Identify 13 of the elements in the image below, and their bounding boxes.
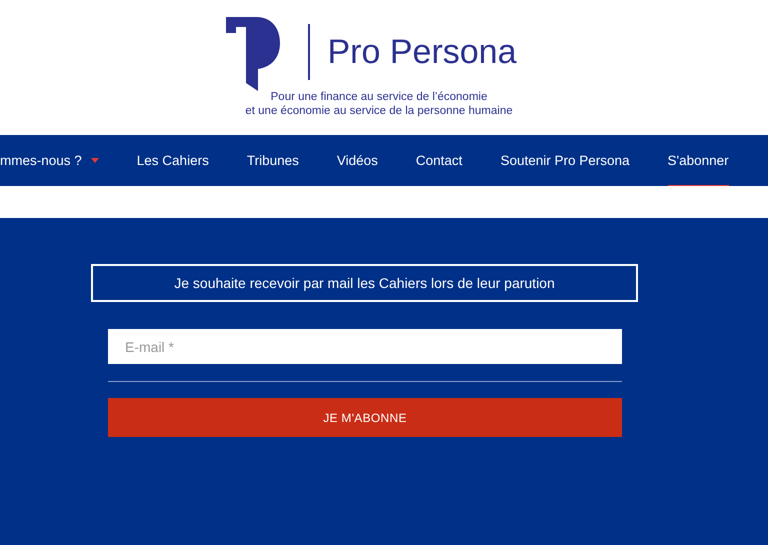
nav-item[interactable]: Contact bbox=[416, 135, 462, 188]
nav-item[interactable]: mmes-nous ? bbox=[0, 135, 99, 188]
email-field[interactable]: E-mail * bbox=[108, 329, 622, 364]
nav-item[interactable]: Vidéos bbox=[336, 135, 378, 188]
nav-item[interactable]: Les Cahiers bbox=[136, 135, 209, 188]
nav-item[interactable]: Tribunes bbox=[246, 135, 299, 188]
subscribe-button[interactable]: JE M'ABONNE bbox=[108, 398, 622, 437]
tagline: et une économie au service de la personne humaine bbox=[245, 104, 513, 118]
brand-name: Pro Persona bbox=[328, 32, 516, 72]
tagline: Pour une finance au service de l’économie bbox=[270, 90, 488, 104]
nav-item[interactable]: Soutenir Pro Persona bbox=[500, 135, 630, 188]
subscribe-heading: Je souhaite recevoir par mail les Cahiers lors de leur parution bbox=[91, 264, 638, 302]
caret-icon bbox=[90, 158, 99, 162]
